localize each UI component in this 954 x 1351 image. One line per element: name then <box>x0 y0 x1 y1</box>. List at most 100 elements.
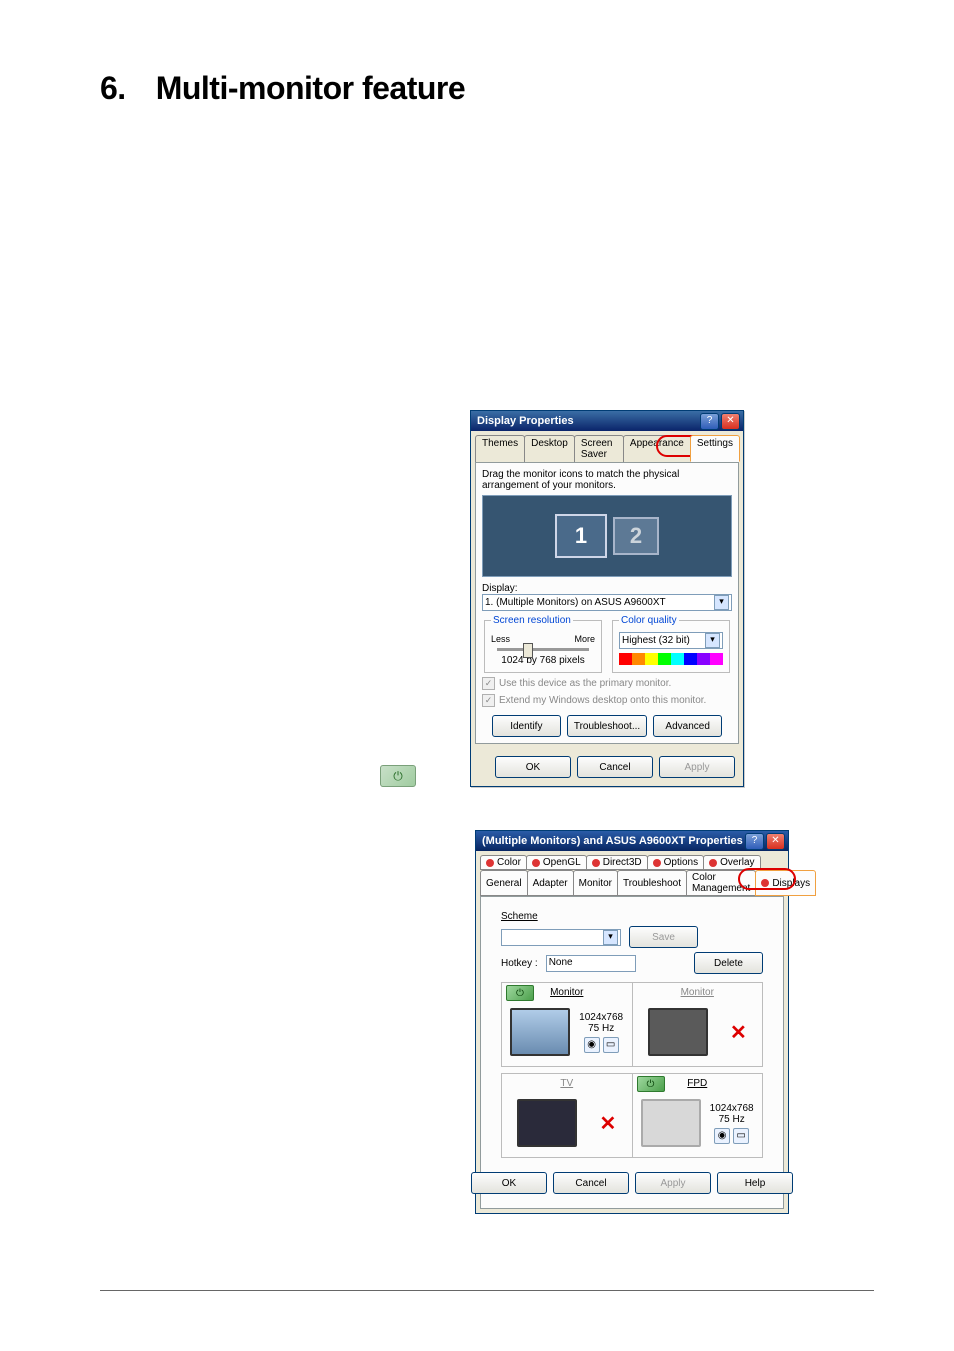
primary-monitor-checkbox-row: ✓ Use this device as the primary monitor… <box>482 677 732 690</box>
tab-overlay[interactable]: Overlay <box>703 855 760 870</box>
extend-desktop-checkbox-row: ✓ Extend my Windows desktop onto this mo… <box>482 694 732 707</box>
identify-button[interactable]: Identify <box>492 715 561 737</box>
monitor-panel-inactive[interactable]: Monitor ✕ <box>633 982 764 1067</box>
tab-general[interactable]: General <box>480 870 528 896</box>
tab-colormgmt[interactable]: Color Management <box>686 870 756 896</box>
section-heading: 6.Multi-monitor feature <box>100 70 874 107</box>
power-indicator-icon[interactable]: ⏻ <box>637 1076 665 1092</box>
color-spectrum-bar <box>619 653 723 665</box>
help-button[interactable]: Help <box>717 1172 793 1194</box>
ati-icon <box>761 879 769 887</box>
extend-checkbox: ✓ <box>482 694 495 707</box>
ati-icon <box>592 859 600 867</box>
res-more-label: More <box>574 634 595 644</box>
chevron-down-icon[interactable]: ▾ <box>714 595 729 610</box>
extend-checkbox-label: Extend my Windows desktop onto this moni… <box>499 695 706 706</box>
tab-direct3d[interactable]: Direct3D <box>586 855 648 870</box>
screen-resolution-legend: Screen resolution <box>491 615 573 626</box>
close-button[interactable]: ✕ <box>721 413 740 430</box>
tv-thumbnail-icon <box>517 1099 577 1147</box>
ati-icon <box>709 859 717 867</box>
slider-thumb[interactable] <box>523 643 533 658</box>
power-note-icon: ⏻ <box>380 765 416 787</box>
resolution-value: 1024 by 768 pixels <box>491 655 595 666</box>
ok-button[interactable]: OK <box>471 1172 547 1194</box>
color-quality-legend: Color quality <box>619 615 679 626</box>
tab-row: Themes Desktop Screen Saver Appearance S… <box>471 431 743 462</box>
disabled-x-icon: ✕ <box>600 1113 617 1135</box>
ati-icon <box>532 859 540 867</box>
monitor-panel-active[interactable]: ⏻ Monitor 1024x768 75 Hz ◉ ▭ <box>501 982 633 1067</box>
hotkey-input[interactable]: None <box>546 955 636 972</box>
help-button[interactable]: ? <box>700 413 719 430</box>
tab-opengl[interactable]: OpenGL <box>526 855 587 870</box>
monitor-header-off[interactable]: Monitor <box>635 985 761 1000</box>
monitor-2-icon[interactable]: 2 <box>613 517 659 555</box>
scheme-label: Scheme <box>501 911 763 922</box>
tab-desktop[interactable]: Desktop <box>524 435 575 462</box>
hotkey-label: Hotkey : <box>501 958 538 969</box>
clone-icon[interactable]: ▭ <box>733 1128 749 1144</box>
resolution-slider[interactable] <box>497 648 589 651</box>
tab-displays[interactable]: Displays <box>755 870 816 896</box>
res-value: 1024x768 <box>579 1012 623 1023</box>
close-button[interactable]: ✕ <box>766 833 785 850</box>
tv-panel[interactable]: TV ✕ <box>501 1073 633 1158</box>
hz-value: 75 Hz <box>710 1114 754 1125</box>
display-dropdown[interactable]: 1. (Multiple Monitors) on ASUS A9600XT ▾ <box>482 594 732 611</box>
apply-button[interactable]: Apply <box>635 1172 711 1194</box>
tab-troubleshoot[interactable]: Troubleshoot <box>617 870 687 896</box>
titlebar[interactable]: Display Properties ? ✕ <box>471 411 743 431</box>
help-button[interactable]: ? <box>745 833 764 850</box>
tab-adapter[interactable]: Adapter <box>527 870 574 896</box>
res-less-label: Less <box>491 634 510 644</box>
delete-button[interactable]: Delete <box>694 952 763 974</box>
tab-settings[interactable]: Settings <box>690 435 740 462</box>
ok-button[interactable]: OK <box>495 756 571 778</box>
heading-title: Multi-monitor feature <box>156 70 465 106</box>
display-properties-dialog: Display Properties ? ✕ Themes Desktop Sc… <box>470 410 744 787</box>
tv-header[interactable]: TV <box>504 1076 630 1091</box>
chevron-down-icon[interactable]: ▾ <box>705 633 720 648</box>
power-indicator-icon[interactable]: ⏻ <box>506 985 534 1001</box>
res-value: 1024x768 <box>710 1103 754 1114</box>
ati-icon <box>653 859 661 867</box>
primary-icon[interactable]: ◉ <box>714 1128 730 1144</box>
chevron-down-icon[interactable]: ▾ <box>603 930 618 945</box>
fpd-panel[interactable]: ⏻ FPD 1024x768 75 Hz ◉ ▭ <box>633 1073 764 1158</box>
primary-checkbox-label: Use this device as the primary monitor. <box>499 678 671 689</box>
drag-hint: Drag the monitor icons to match the phys… <box>482 469 732 491</box>
color-quality-group: Color quality Highest (32 bit) ▾ <box>612 615 730 673</box>
display-label: Display: <box>482 583 732 594</box>
tab-appearance[interactable]: Appearance <box>623 435 691 462</box>
display-value: 1. (Multiple Monitors) on ASUS A9600XT <box>485 597 666 608</box>
color-quality-dropdown[interactable]: Highest (32 bit) ▾ <box>619 632 723 649</box>
hz-value: 75 Hz <box>579 1023 623 1034</box>
scheme-dropdown[interactable]: ▾ <box>501 929 621 946</box>
tab-body: Scheme ▾ Save Hotkey : None Delete ⏻ Mon… <box>480 896 784 1209</box>
color-quality-value: Highest (32 bit) <box>622 635 690 646</box>
monitor-1-icon[interactable]: 1 <box>555 514 607 558</box>
advanced-button[interactable]: Advanced <box>653 715 722 737</box>
monitor-arrangement-area[interactable]: 1 2 <box>482 495 732 577</box>
tab-monitor[interactable]: Monitor <box>573 870 618 896</box>
primary-icon[interactable]: ◉ <box>584 1037 600 1053</box>
tab-themes[interactable]: Themes <box>475 435 525 462</box>
tab-rows: Color OpenGL Direct3D Options Overlay Ge… <box>476 851 788 896</box>
troubleshoot-button[interactable]: Troubleshoot... <box>567 715 647 737</box>
primary-checkbox: ✓ <box>482 677 495 690</box>
titlebar[interactable]: (Multiple Monitors) and ASUS A9600XT Pro… <box>476 831 788 851</box>
advanced-properties-dialog: (Multiple Monitors) and ASUS A9600XT Pro… <box>475 830 789 1214</box>
tab-screensaver[interactable]: Screen Saver <box>574 435 624 462</box>
cancel-button[interactable]: Cancel <box>553 1172 629 1194</box>
save-button[interactable]: Save <box>629 926 698 948</box>
window-title: (Multiple Monitors) and ASUS A9600XT Pro… <box>482 835 743 847</box>
monitor-thumbnail-icon <box>648 1008 708 1056</box>
tab-color[interactable]: Color <box>480 855 527 870</box>
clone-icon[interactable]: ▭ <box>603 1037 619 1053</box>
tab-options[interactable]: Options <box>647 855 704 870</box>
footer-rule <box>100 1290 874 1291</box>
cancel-button[interactable]: Cancel <box>577 756 653 778</box>
monitor-thumbnail-icon <box>510 1008 570 1056</box>
apply-button[interactable]: Apply <box>659 756 735 778</box>
